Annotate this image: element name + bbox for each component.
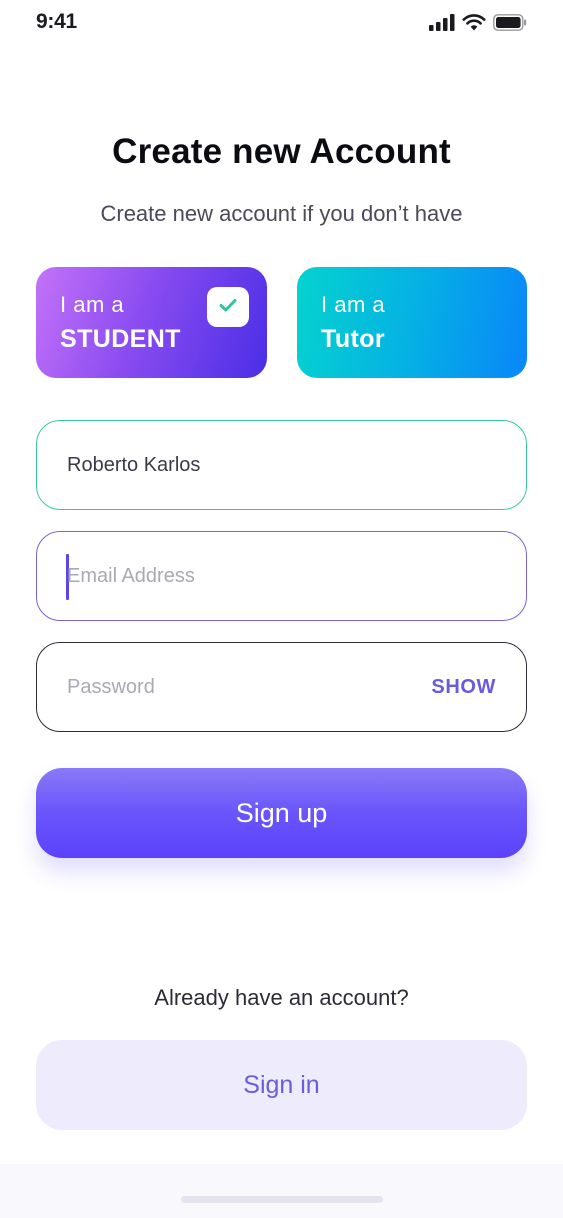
signin-button[interactable]: Sign in xyxy=(36,1040,527,1130)
email-field[interactable]: Email Address xyxy=(36,531,527,621)
wifi-icon xyxy=(462,14,486,31)
role-student-label: STUDENT xyxy=(60,325,181,353)
name-field[interactable]: Roberto Karlos xyxy=(36,420,527,510)
status-bar: 9:41 xyxy=(0,0,563,46)
status-time: 9:41 xyxy=(36,10,77,33)
name-field-value: Roberto Karlos xyxy=(67,454,201,476)
role-tutor-prefix: I am a xyxy=(321,292,386,317)
already-have-account-text: Already have an account? xyxy=(154,985,409,1010)
password-field[interactable]: Password SHOW xyxy=(36,642,527,732)
role-student-prefix: I am a xyxy=(60,292,125,317)
check-icon xyxy=(219,298,237,317)
home-indicator xyxy=(181,1196,383,1203)
page-title: Create new Account xyxy=(112,132,451,171)
show-password-toggle[interactable]: SHOW xyxy=(431,676,496,699)
selected-checkbox[interactable] xyxy=(207,287,249,327)
email-field-placeholder: Email Address xyxy=(67,565,195,587)
password-field-placeholder: Password xyxy=(67,676,155,698)
status-icons xyxy=(429,14,527,31)
role-tutor-card[interactable]: I am a Tutor xyxy=(297,267,527,378)
role-tutor-label: Tutor xyxy=(321,325,386,353)
signal-icon xyxy=(429,14,455,31)
signup-button[interactable]: Sign up xyxy=(36,768,527,858)
battery-icon xyxy=(493,14,527,31)
page-subtitle: Create new account if you don’t have xyxy=(100,201,463,226)
role-student-card[interactable]: I am a STUDENT xyxy=(36,267,267,378)
bottom-bar xyxy=(0,1164,563,1218)
